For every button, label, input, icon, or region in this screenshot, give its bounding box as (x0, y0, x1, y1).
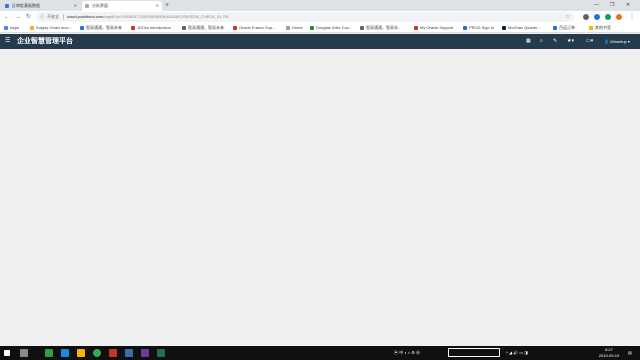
close-window-icon[interactable]: ✕ (626, 0, 630, 11)
bookmark-item[interactable]: PROD Sign In (463, 23, 494, 33)
bookmark-item[interactable]: 智采通通，智采未来 (182, 23, 224, 33)
bookmark-item[interactable]: Douglas Voltz Cou... (310, 23, 352, 33)
browser-menu-icon[interactable]: ⋮ (629, 11, 635, 23)
folder-icon (589, 26, 593, 30)
app-icon[interactable] (109, 349, 117, 357)
bookmark-favicon-icon (286, 26, 290, 30)
file-explorer-icon[interactable] (77, 349, 85, 357)
excel-icon[interactable] (157, 349, 165, 357)
tab-label: 反审批基础数据 (12, 3, 40, 8)
bookmark-item[interactable]: 智采通通，智采未来 (80, 23, 122, 33)
bookmark-favicon-icon (131, 26, 135, 30)
bookmark-favicon-icon (233, 26, 237, 30)
bookmark-item[interactable]: JDOcs introduction (131, 23, 171, 33)
media-player-icon[interactable] (45, 349, 53, 357)
browser-tab-0[interactable]: 反审批基础数据 ✕ (2, 1, 80, 11)
tab-favicon-icon (5, 4, 9, 8)
chrome-icon[interactable] (93, 349, 101, 357)
tab-label: 分析界面 (92, 3, 108, 8)
pencil-icon[interactable]: ✎ (553, 34, 557, 49)
bookmark-favicon-icon (553, 26, 557, 30)
hamburger-menu-icon[interactable]: ☰ (5, 34, 10, 49)
user-menu[interactable]: 👤 Winsetup ▾ (604, 34, 630, 49)
main-content (0, 49, 640, 346)
app-header: ☰ 企业智慧管理平台 ▦ ⌕ ✎ ★▾ ▭▾ 👤 Winsetup ▾ (0, 34, 640, 49)
bookmark-item[interactable]: Home (286, 23, 303, 33)
notification-icon[interactable]: ▤ (628, 346, 632, 360)
apps-grid-icon (4, 26, 8, 30)
new-tab-button[interactable]: + (165, 0, 169, 11)
bookmark-favicon-icon (502, 26, 506, 30)
address-bar[interactable]: ⓘ 不安全 cloud.yunhitech.com/sap/#?p=100200… (36, 12, 574, 22)
search-icon[interactable]: ⌕ (540, 34, 543, 49)
profile-avatar-icon[interactable] (616, 14, 622, 20)
bookmark-star-icon[interactable]: ☆ (566, 12, 570, 22)
page-title: 企业智慧管理平台 (17, 38, 73, 45)
bookmark-favicon-icon (414, 26, 418, 30)
app-icon[interactable] (125, 349, 133, 357)
app-icon[interactable] (141, 349, 149, 357)
tab-favicon-icon (85, 4, 89, 8)
grid-icon[interactable]: ▦ (526, 34, 531, 49)
back-arrow-icon[interactable]: ← (4, 11, 10, 23)
extension-icon[interactable] (583, 14, 589, 20)
tab-close-icon[interactable]: ✕ (74, 1, 77, 11)
taskbar: ▣ 中 ◗ ⌂ ⚙ ⊕ ^ ◢ 🔊 ▭ ◨ 8:27 2019-09-19 ▤ (0, 346, 640, 360)
media-widget[interactable] (448, 348, 500, 357)
browser-tab-1[interactable]: 分析界面 ✕ (82, 1, 162, 11)
bookmark-item[interactable]: 智采通通，智采未... (360, 23, 401, 33)
system-tray[interactable]: ▣ 中 ◗ ⌂ ⚙ ⊕ (394, 346, 420, 360)
bookmark-item[interactable]: Supply Chain mon... (30, 23, 72, 33)
star-dropdown-icon[interactable]: ★▾ (567, 34, 574, 49)
info-icon[interactable]: ⓘ (40, 12, 44, 22)
bookmark-favicon-icon (80, 26, 84, 30)
bookmark-favicon-icon (182, 26, 186, 30)
forward-arrow-icon[interactable]: → (15, 11, 21, 23)
browser-toolbar: ← → ↻ ⓘ 不安全 cloud.yunhitech.com/sap/#?p=… (0, 11, 640, 23)
extension-icon[interactable] (605, 14, 611, 20)
not-secure-label: 不安全 (47, 14, 59, 19)
other-bookmarks[interactable]: 其他书签 (589, 23, 611, 33)
address-divider (63, 14, 64, 20)
extension-icon[interactable] (594, 14, 600, 20)
bookmark-item[interactable]: Apps (4, 23, 19, 33)
folder-icon (30, 26, 34, 30)
start-icon[interactable] (4, 350, 10, 356)
url-text[interactable]: cloud.yunhitech.com/sap/#?p=100200171331… (67, 12, 229, 22)
task-view-icon[interactable] (20, 349, 28, 357)
restore-icon[interactable]: ❐ (610, 0, 614, 11)
bookmark-item[interactable]: My Oracle Support (414, 23, 453, 33)
tray-icons[interactable]: ^ ◢ 🔊 ▭ ◨ (506, 346, 528, 360)
bookmark-favicon-icon (310, 26, 314, 30)
edge-icon[interactable] (61, 349, 69, 357)
browser-tab-strip: 反审批基础数据 ✕ 分析界面 ✕ + — ❐ ✕ (0, 0, 640, 11)
bookmark-item[interactable]: 百运订单 (553, 23, 575, 33)
minimize-icon[interactable]: — (594, 0, 599, 11)
bookmarks-bar: Apps Supply Chain mon... 智采通通，智采未来 JDOcs… (0, 23, 640, 33)
message-dropdown-icon[interactable]: ▭▾ (586, 34, 593, 49)
bookmark-item[interactable]: McGraw Quarter... (502, 23, 541, 33)
tab-close-icon[interactable]: ✕ (156, 1, 159, 11)
reload-icon[interactable]: ↻ (26, 11, 31, 23)
clock[interactable]: 8:27 2019-09-19 (596, 347, 622, 359)
bookmark-favicon-icon (360, 26, 364, 30)
bookmark-item[interactable]: Oracle Fusion Sup... (233, 23, 275, 33)
bookmark-favicon-icon (463, 26, 467, 30)
